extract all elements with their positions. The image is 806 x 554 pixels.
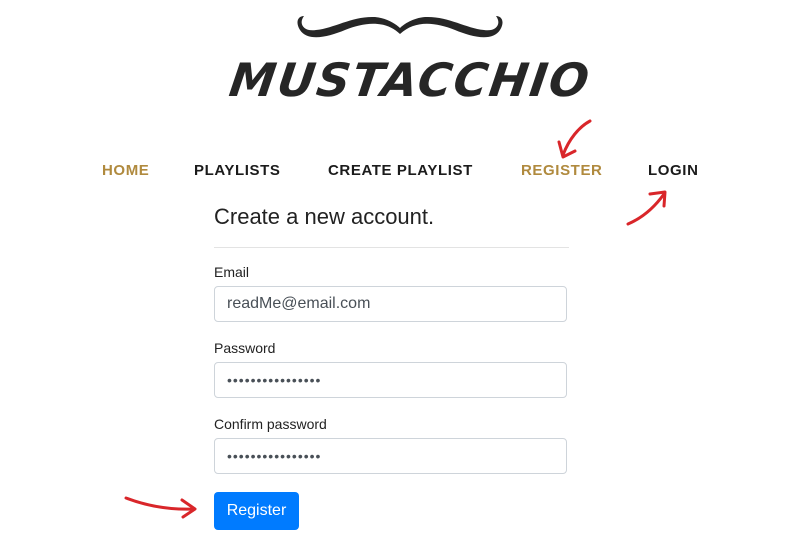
site-logo[interactable]: MUSTACCHIO — [226, 12, 594, 112]
arrow-submit-icon — [124, 496, 197, 519]
confirm-password-label: Confirm password — [214, 416, 327, 432]
register-form: Create a new account. Email Password Con… — [214, 200, 569, 530]
register-button[interactable]: Register — [214, 492, 299, 530]
password-input[interactable] — [214, 362, 567, 398]
arrow-register-icon — [557, 119, 592, 159]
confirm-password-input[interactable] — [214, 438, 567, 474]
nav-playlists[interactable]: PLAYLISTS — [194, 160, 281, 182]
nav-create-playlist[interactable]: CREATE PLAYLIST — [328, 160, 473, 182]
form-title: Create a new account. — [214, 204, 435, 229]
nav-home[interactable]: HOME — [102, 160, 149, 182]
nav-login[interactable]: LOGIN — [648, 160, 699, 182]
form-divider — [214, 247, 569, 248]
main-nav: HOME PLAYLISTS CREATE PLAYLIST REGISTER … — [0, 160, 806, 184]
arrow-login-icon — [626, 190, 667, 226]
email-label: Email — [214, 264, 250, 280]
nav-register[interactable]: REGISTER — [521, 160, 602, 182]
password-label: Password — [214, 340, 276, 356]
brand-wordmark: MUSTACCHIO — [226, 53, 595, 107]
email-input[interactable] — [214, 286, 567, 322]
mustache-icon — [297, 16, 503, 38]
